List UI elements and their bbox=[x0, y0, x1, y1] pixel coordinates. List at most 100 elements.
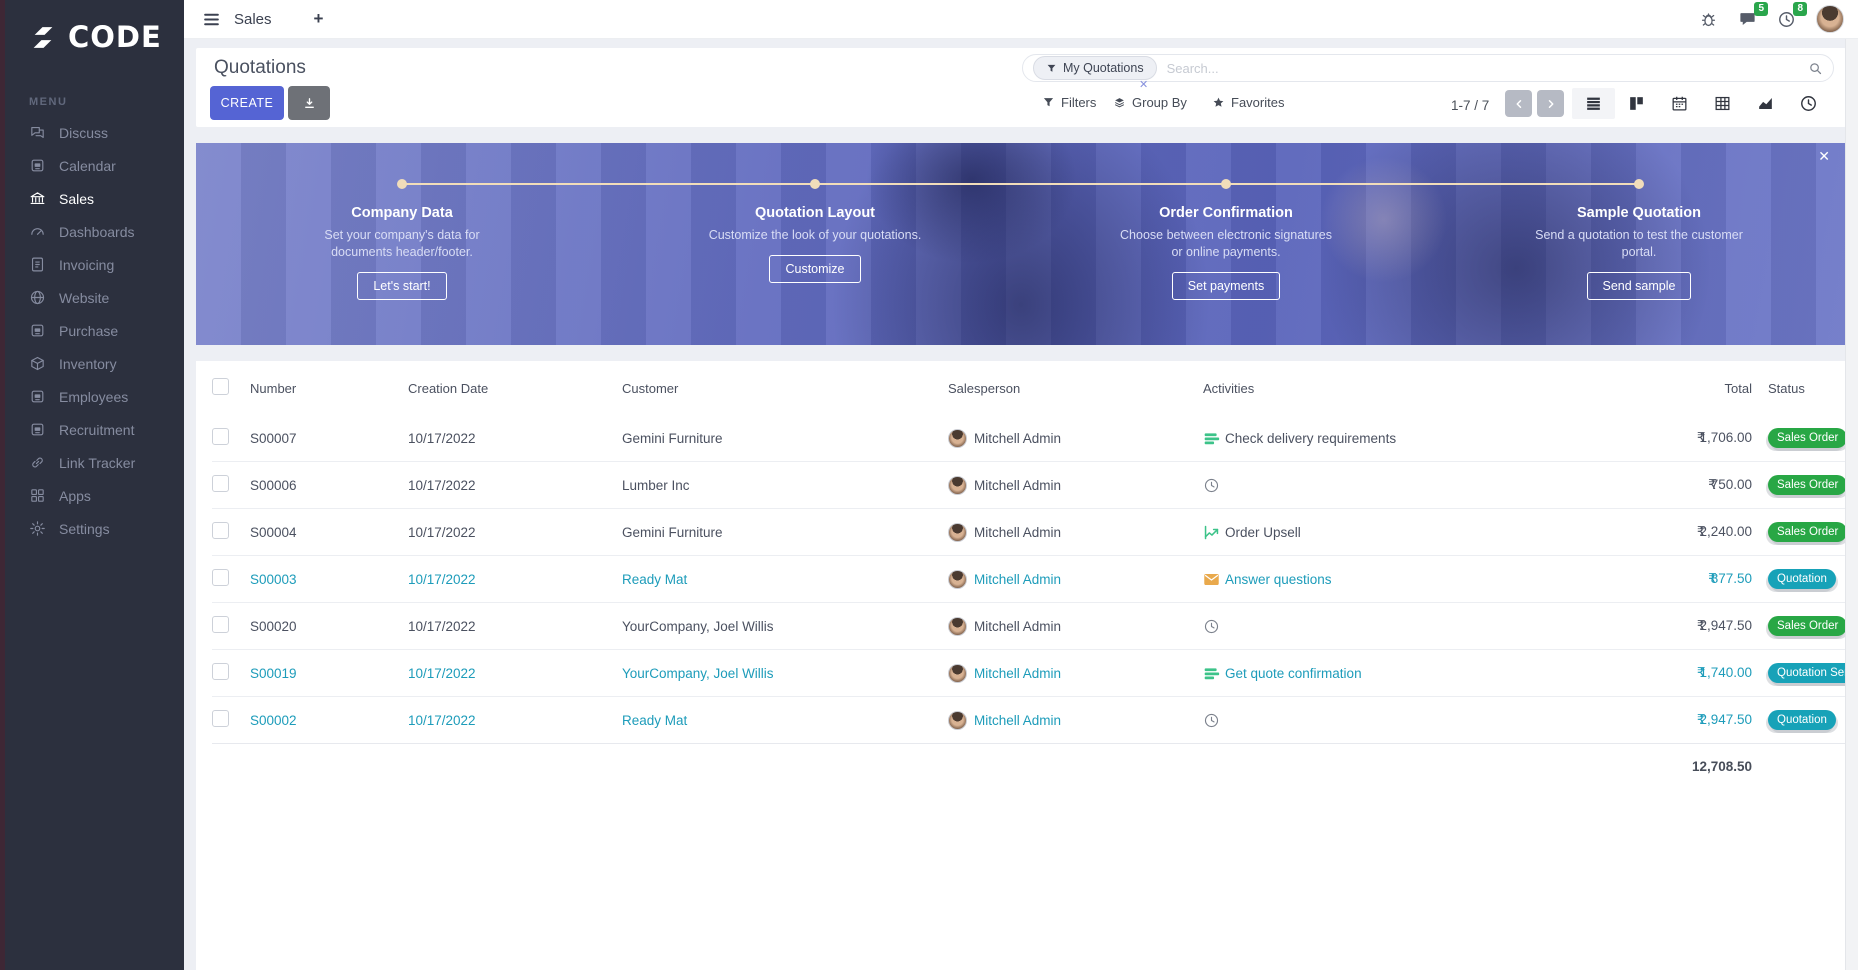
sidebar-item-recruitment[interactable]: Recruitment bbox=[5, 413, 184, 446]
row-activity-label[interactable]: Answer questions bbox=[1225, 572, 1332, 587]
export-download-button[interactable] bbox=[288, 86, 330, 120]
sidebar-item-label: Link Tracker bbox=[59, 455, 135, 471]
active-filter-label: My Quotations bbox=[1063, 61, 1144, 75]
table-row[interactable]: S0000310/17/2022Ready MatMitchell AdminA… bbox=[212, 555, 1846, 602]
kanban-view-button[interactable] bbox=[1615, 88, 1658, 119]
hamburger-menu-icon[interactable] bbox=[202, 10, 221, 29]
row-checkbox[interactable] bbox=[212, 616, 229, 633]
search-bar[interactable]: My Quotations ✕ bbox=[1022, 54, 1834, 82]
favorites-button[interactable]: Favorites bbox=[1212, 95, 1284, 110]
activity-view-icon bbox=[1799, 94, 1818, 113]
col-header-status[interactable]: Status bbox=[1752, 381, 1846, 396]
list-view-button[interactable] bbox=[1572, 88, 1615, 119]
sidebar-item-label: Sales bbox=[59, 191, 94, 207]
sidebar-item-sales[interactable]: Sales bbox=[5, 182, 184, 215]
activity-clock-icon[interactable] bbox=[1203, 477, 1220, 494]
row-number: S00020 bbox=[250, 619, 408, 634]
col-header-creation-date[interactable]: Creation Date bbox=[408, 381, 622, 396]
step-action-button[interactable]: Customize bbox=[769, 255, 860, 283]
row-checkbox[interactable] bbox=[212, 663, 229, 680]
sidebar-item-invoicing[interactable]: Invoicing bbox=[5, 248, 184, 281]
active-filter-pill[interactable]: My Quotations bbox=[1033, 56, 1157, 80]
activity-clock-icon[interactable] bbox=[1203, 712, 1220, 729]
table-row[interactable]: S0002010/17/2022YourCompany, Joel Willis… bbox=[212, 602, 1846, 649]
tile-icon bbox=[29, 157, 46, 174]
pager-next-button[interactable] bbox=[1537, 90, 1564, 117]
user-avatar[interactable] bbox=[1816, 5, 1844, 33]
step-action-button[interactable]: Send sample bbox=[1587, 272, 1692, 300]
table-row[interactable]: S0000210/17/2022Ready MatMitchell Admin₹… bbox=[212, 696, 1846, 743]
col-header-customer[interactable]: Customer bbox=[622, 381, 948, 396]
row-activity-label[interactable]: Get quote confirmation bbox=[1225, 666, 1362, 681]
graph-view-button[interactable] bbox=[1744, 88, 1787, 119]
messages-icon[interactable]: 5 bbox=[1738, 10, 1757, 29]
footer-total: 12,708.50 bbox=[1547, 759, 1752, 774]
col-header-activities[interactable]: Activities bbox=[1203, 381, 1547, 396]
sidebar: CODE MENU Discuss Calendar Sales Dashboards… bbox=[5, 0, 184, 970]
status-badge: Sales Order bbox=[1768, 616, 1846, 636]
activity-envelope-icon[interactable] bbox=[1203, 571, 1220, 588]
calendar-view-button[interactable] bbox=[1658, 88, 1701, 119]
menu-label: MENU bbox=[29, 96, 184, 108]
table-row[interactable]: S0000710/17/2022Gemini FurnitureMitchell… bbox=[212, 415, 1846, 461]
table-row[interactable]: S0000410/17/2022Gemini FurnitureMitchell… bbox=[212, 508, 1846, 555]
row-checkbox[interactable] bbox=[212, 522, 229, 539]
row-total: 2,240.00 bbox=[1699, 524, 1752, 539]
new-tab-button[interactable]: + bbox=[314, 9, 324, 29]
sidebar-item-settings[interactable]: Settings bbox=[5, 512, 184, 545]
status-badge: Sales Order bbox=[1768, 475, 1846, 495]
step-action-button[interactable]: Let's start! bbox=[357, 272, 446, 300]
row-checkbox[interactable] bbox=[212, 569, 229, 586]
sidebar-item-purchase[interactable]: Purchase bbox=[5, 314, 184, 347]
activity-chart-icon[interactable] bbox=[1203, 524, 1220, 541]
row-checkbox[interactable] bbox=[212, 710, 229, 727]
sidebar-item-dashboards[interactable]: Dashboards bbox=[5, 215, 184, 248]
select-all-checkbox[interactable] bbox=[212, 378, 229, 395]
search-icon[interactable] bbox=[1808, 61, 1823, 76]
activities-clock-icon[interactable]: 8 bbox=[1777, 10, 1796, 29]
col-header-salesperson[interactable]: Salesperson bbox=[948, 381, 1203, 396]
sidebar-item-link-tracker[interactable]: Link Tracker bbox=[5, 446, 184, 479]
row-activity-label[interactable]: Order Upsell bbox=[1225, 525, 1301, 540]
row-total: 877.50 bbox=[1711, 571, 1752, 586]
control-panel: Quotations CREATE My Quotations ✕ Filter… bbox=[196, 48, 1846, 127]
pivot-view-button[interactable] bbox=[1701, 88, 1744, 119]
remove-filter-icon[interactable]: ✕ bbox=[1139, 78, 1148, 91]
vertical-scrollbar[interactable] bbox=[1845, 39, 1858, 970]
filters-button[interactable]: Filters bbox=[1042, 95, 1096, 110]
create-button[interactable]: CREATE bbox=[210, 86, 284, 120]
messages-count-badge: 5 bbox=[1754, 2, 1768, 16]
activity-clock-icon[interactable] bbox=[1203, 618, 1220, 635]
sidebar-item-discuss[interactable]: Discuss bbox=[5, 116, 184, 149]
search-input[interactable] bbox=[1165, 60, 1808, 77]
sidebar-item-website[interactable]: Website bbox=[5, 281, 184, 314]
sidebar-item-calendar[interactable]: Calendar bbox=[5, 149, 184, 182]
onboarding-step-order-confirmation: Order ConfirmationChoose between electro… bbox=[1091, 205, 1361, 300]
table-row[interactable]: S0000610/17/2022Lumber IncMitchell Admin… bbox=[212, 461, 1846, 508]
activity-view-button[interactable] bbox=[1787, 88, 1830, 119]
sidebar-item-employees[interactable]: Employees bbox=[5, 380, 184, 413]
sidebar-item-label: Inventory bbox=[59, 356, 117, 372]
col-header-total[interactable]: Total bbox=[1547, 381, 1752, 396]
step-action-button[interactable]: Set payments bbox=[1172, 272, 1280, 300]
pager-previous-button[interactable] bbox=[1505, 90, 1532, 117]
debug-bug-icon[interactable] bbox=[1699, 10, 1718, 29]
sidebar-item-apps[interactable]: Apps bbox=[5, 479, 184, 512]
invoice-icon bbox=[29, 256, 46, 273]
row-checkbox[interactable] bbox=[212, 475, 229, 492]
activity-list-icon[interactable] bbox=[1203, 430, 1220, 447]
graph-view-icon bbox=[1756, 94, 1775, 113]
activity-list-icon[interactable] bbox=[1203, 665, 1220, 682]
row-checkbox[interactable] bbox=[212, 428, 229, 445]
pivot-view-icon bbox=[1713, 94, 1732, 113]
group-by-button[interactable]: Group By bbox=[1113, 95, 1187, 110]
col-header-number[interactable]: Number bbox=[250, 381, 408, 396]
row-activity-label[interactable]: Check delivery requirements bbox=[1225, 431, 1396, 446]
brand-logo[interactable]: CODE bbox=[5, 0, 184, 54]
banner-close-icon[interactable]: ✕ bbox=[1818, 148, 1830, 165]
gauge-icon bbox=[29, 223, 46, 240]
table-row[interactable]: S0001910/17/2022YourCompany, Joel Willis… bbox=[212, 649, 1846, 696]
sidebar-item-inventory[interactable]: Inventory bbox=[5, 347, 184, 380]
topbar-app-name[interactable]: Sales bbox=[234, 11, 272, 28]
sidebar-item-label: Calendar bbox=[59, 158, 116, 174]
